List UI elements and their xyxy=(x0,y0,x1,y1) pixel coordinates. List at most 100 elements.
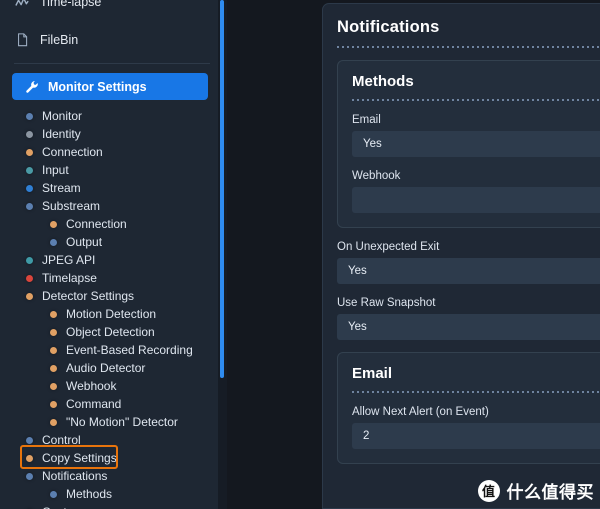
email-method-label: Email xyxy=(352,114,600,126)
sidebar-item-object-detection[interactable]: Object Detection xyxy=(0,323,218,341)
background-gap xyxy=(227,0,322,509)
page-title: Notifications xyxy=(337,18,600,37)
sidebar-item-jpeg-api[interactable]: JPEG API xyxy=(0,251,218,269)
sidebar-item-label: Substream xyxy=(42,199,100,213)
bullet-icon xyxy=(26,149,33,156)
sidebar-item-command[interactable]: Command xyxy=(0,395,218,413)
on-unexpected-exit-input[interactable]: Yes xyxy=(337,258,600,284)
sidebar-scrollbar-thumb[interactable] xyxy=(220,0,224,378)
timelapse-icon xyxy=(14,0,30,10)
sidebar-top-nav: Time-lapse FileBin xyxy=(0,0,218,54)
monitor-settings-button[interactable]: Monitor Settings xyxy=(12,73,208,100)
sidebar-item-label: Input xyxy=(42,163,69,177)
bullet-icon xyxy=(50,239,57,246)
sidebar-item-label: Audio Detector xyxy=(66,361,145,375)
sidebar-item-label: Output xyxy=(66,235,102,249)
bullet-icon xyxy=(50,347,57,354)
sidebar-item-custom[interactable]: Custom xyxy=(0,503,218,509)
bullet-icon xyxy=(50,401,57,408)
use-raw-snapshot-field: Use Raw Snapshot Yes xyxy=(337,297,600,340)
webhook-method-label: Webhook xyxy=(352,170,600,182)
bullet-icon xyxy=(26,257,33,264)
webhook-method-input[interactable] xyxy=(352,187,600,213)
email-dotted-rule xyxy=(352,391,600,393)
sidebar-item-audio-detector[interactable]: Audio Detector xyxy=(0,359,218,377)
sidebar-item-webhook[interactable]: Webhook xyxy=(0,377,218,395)
sidebar-item-notifications[interactable]: Notifications xyxy=(0,467,218,485)
panel-content: Notifications Methods Email Yes Webhook … xyxy=(323,4,600,464)
sidebar-item-label: Event-Based Recording xyxy=(66,343,193,357)
sidebar-item-filebin[interactable]: FileBin xyxy=(0,26,218,54)
sidebar-item-label: Command xyxy=(66,397,121,411)
email-method-input[interactable]: Yes xyxy=(352,131,600,157)
bullet-icon xyxy=(50,491,57,498)
bullet-icon xyxy=(50,419,57,426)
sidebar-item-input[interactable]: Input xyxy=(0,161,218,179)
bullet-icon xyxy=(26,167,33,174)
notifications-panel: Notifications Methods Email Yes Webhook … xyxy=(322,3,600,509)
sidebar-item-stream[interactable]: Stream xyxy=(0,179,218,197)
sidebar: Time-lapse FileBin Monitor Settings Moni… xyxy=(0,0,218,509)
sidebar-item-output[interactable]: Output xyxy=(0,233,218,251)
sidebar-content: Time-lapse FileBin Monitor Settings Moni… xyxy=(0,0,218,509)
bullet-icon xyxy=(26,203,33,210)
bullet-icon xyxy=(26,473,33,480)
sidebar-item-connection[interactable]: Connection xyxy=(0,143,218,161)
bullet-icon xyxy=(50,329,57,336)
bullet-icon xyxy=(26,437,33,444)
sidebar-item-label: "No Motion" Detector xyxy=(66,415,178,429)
sidebar-item-label: Object Detection xyxy=(66,325,155,339)
sidebar-item-motion-detection[interactable]: Motion Detection xyxy=(0,305,218,323)
sidebar-item-label: Stream xyxy=(42,181,81,195)
email-card-title: Email xyxy=(352,365,600,382)
bullet-icon xyxy=(50,365,57,372)
bullet-icon xyxy=(26,113,33,120)
sidebar-item-label: Detector Settings xyxy=(42,289,134,303)
sidebar-item-label: JPEG API xyxy=(42,253,95,267)
sidebar-divider xyxy=(14,63,210,64)
sidebar-item-event-based-recording[interactable]: Event-Based Recording xyxy=(0,341,218,359)
methods-card: Methods Email Yes Webhook xyxy=(337,60,600,228)
sidebar-item-label: Monitor xyxy=(42,109,82,123)
sidebar-item-label: Notifications xyxy=(42,469,107,483)
title-dotted-rule xyxy=(337,46,600,48)
sidebar-item-time-lapse[interactable]: Time-lapse xyxy=(0,0,218,16)
sidebar-item-detector-settings[interactable]: Detector Settings xyxy=(0,287,218,305)
bullet-icon xyxy=(50,383,57,390)
sidebar-item-substream[interactable]: Substream xyxy=(0,197,218,215)
sidebar-item-label: Connection xyxy=(66,217,127,231)
allow-next-alert-input[interactable]: 2 xyxy=(352,423,600,449)
sidebar-item-copy-settings[interactable]: Copy Settings xyxy=(0,449,218,467)
wrench-icon xyxy=(25,80,39,94)
sidebar-item-monitor[interactable]: Monitor xyxy=(0,107,218,125)
on-unexpected-exit-label: On Unexpected Exit xyxy=(337,241,600,253)
use-raw-snapshot-input[interactable]: Yes xyxy=(337,314,600,340)
sidebar-item-label: FileBin xyxy=(40,33,78,47)
email-card: Email Allow Next Alert (on Event) 2 xyxy=(337,352,600,464)
bullet-icon xyxy=(26,293,33,300)
sidebar-item-control[interactable]: Control xyxy=(0,431,218,449)
sidebar-item-label: Connection xyxy=(42,145,103,159)
sidebar-item-label: Copy Settings xyxy=(42,451,117,465)
sidebar-item-label: Timelapse xyxy=(42,271,97,285)
sidebar-item-label: Methods xyxy=(66,487,112,501)
app-root: Time-lapse FileBin Monitor Settings Moni… xyxy=(0,0,600,509)
sidebar-item-label: Custom xyxy=(42,505,83,509)
monitor-settings-label: Monitor Settings xyxy=(48,80,147,94)
methods-dotted-rule xyxy=(352,99,600,101)
sidebar-item-label: Webhook xyxy=(66,379,116,393)
sidebar-item-identity[interactable]: Identity xyxy=(0,125,218,143)
sidebar-item-label: Identity xyxy=(42,127,81,141)
sidebar-item-label: Time-lapse xyxy=(40,0,101,9)
file-icon xyxy=(14,32,30,48)
sidebar-item-methods[interactable]: Methods xyxy=(0,485,218,503)
use-raw-snapshot-label: Use Raw Snapshot xyxy=(337,297,600,309)
bullet-icon xyxy=(50,221,57,228)
methods-card-title: Methods xyxy=(352,73,600,90)
bullet-icon xyxy=(26,185,33,192)
sidebar-item-no-motion-detector[interactable]: "No Motion" Detector xyxy=(0,413,218,431)
settings-tree: Monitor Identity Connection Input Stream Subs… xyxy=(0,107,218,509)
sidebar-item-connection[interactable]: Connection xyxy=(0,215,218,233)
sidebar-item-timelapse[interactable]: Timelapse xyxy=(0,269,218,287)
bullet-icon xyxy=(26,131,33,138)
